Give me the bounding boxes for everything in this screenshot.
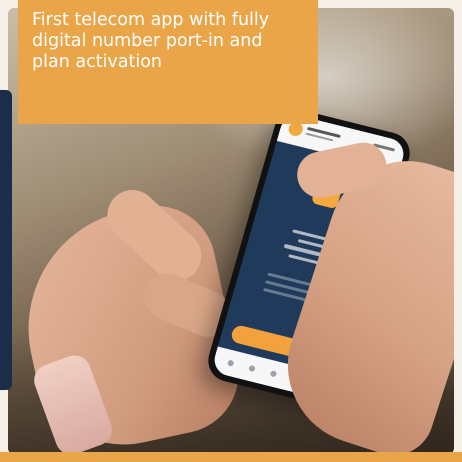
callout-text: First telecom app with fully digital num… [32,10,270,72]
bottom-accent-strip [0,452,462,462]
navy-accent-panel [0,90,12,390]
feature-callout: First telecom app with fully digital num… [18,0,318,124]
hero-image: First telecom app with fully digital num… [0,0,462,462]
